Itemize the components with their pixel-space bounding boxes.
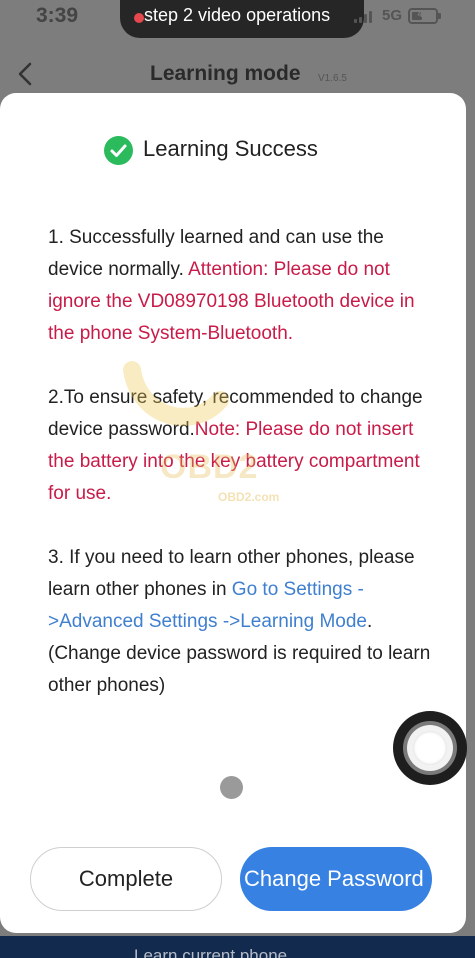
touch-indicator (220, 776, 243, 799)
status-time: 3:39 (36, 4, 79, 27)
battery-level: 43 (417, 9, 429, 20)
network-type: 5G (382, 7, 403, 24)
message-item-3: 3. If you need to learn other phones, pl… (48, 542, 433, 702)
watermark-brand: OBD2 (160, 448, 259, 486)
learn-current-phone-label: Learn current phone (134, 946, 288, 958)
complete-button[interactable]: Complete (30, 847, 222, 911)
assistive-touch-button[interactable] (393, 711, 467, 785)
dialog-title: Learning Success (143, 136, 318, 161)
assistive-touch-icon (407, 725, 453, 771)
recording-label: step 2 video operations (144, 5, 331, 25)
learning-success-dialog: Learning Success 1. Successfully learned… (0, 93, 466, 933)
screen-recording-indicator[interactable]: step 2 video operations (120, 0, 364, 38)
message-item-1: 1. Successfully learned and can use the … (48, 222, 433, 350)
change-password-button[interactable]: Change Password (240, 847, 432, 911)
check-circle-icon (104, 136, 133, 165)
battery-icon: 43 (408, 8, 441, 24)
watermark-url: OBD2.com (218, 490, 280, 504)
status-bar: 3:39 step 2 video operations 5G 43 (0, 0, 475, 38)
app-version: V1.6.5 (318, 73, 347, 84)
recording-dot-icon (134, 13, 144, 23)
page-title: Learning mode (150, 62, 301, 85)
dialog-header: Learning Success (0, 131, 466, 167)
back-arrow-icon[interactable] (14, 60, 38, 88)
screen: 3:39 step 2 video operations 5G 43 Learn… (0, 0, 475, 958)
signal-strength-icon (354, 11, 376, 23)
